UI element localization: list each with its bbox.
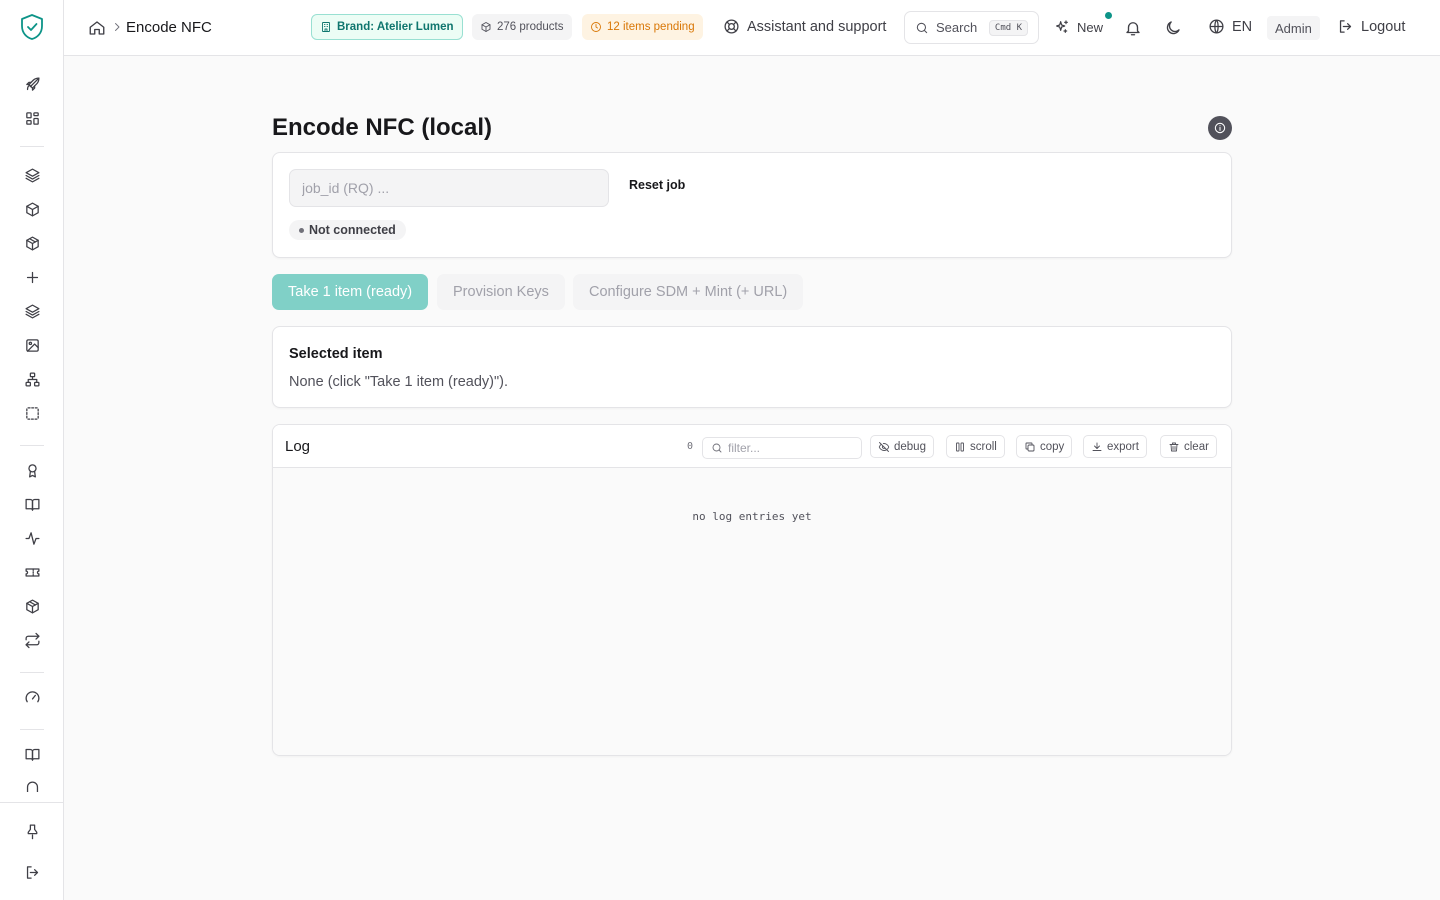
clock-icon [590, 21, 602, 33]
gauge-icon[interactable] [22, 687, 42, 707]
search-icon [711, 442, 723, 454]
selected-item-title: Selected item [289, 346, 383, 362]
reset-job-button[interactable]: Reset job [629, 178, 685, 192]
assistant-support-link[interactable]: Assistant and support [723, 18, 886, 35]
breadcrumb-current: Encode NFC [126, 19, 212, 36]
brand-chip-label: Brand: Atelier Lumen [337, 21, 454, 33]
selected-item-card: Selected item None (click "Take 1 item (… [272, 326, 1232, 408]
page-title: Encode NFC (local) [272, 114, 493, 141]
provision-keys-button[interactable]: Provision Keys [437, 274, 565, 310]
sparkles-icon [1054, 19, 1070, 35]
sidebar-divider [20, 729, 44, 730]
image-icon[interactable] [22, 335, 42, 355]
copy-button[interactable]: copy [1016, 435, 1073, 458]
package-icon[interactable] [22, 596, 42, 616]
box-icon [480, 21, 492, 33]
sidebar [0, 0, 64, 900]
log-filter-input[interactable] [728, 441, 853, 455]
search-button[interactable]: Search Cmd K [904, 11, 1039, 44]
award-icon[interactable] [22, 460, 42, 480]
search-shortcut: Cmd K [988, 19, 1028, 36]
take-item-button[interactable]: Take 1 item (ready) [272, 274, 429, 310]
home-icon[interactable] [88, 19, 106, 37]
new-label: New [1077, 19, 1104, 35]
chevron-right-icon [111, 21, 123, 33]
connection-status-label: Not connected [309, 223, 396, 237]
building-icon [320, 21, 332, 33]
moon-icon[interactable] [1164, 19, 1182, 37]
log-header: Log 0 debug scroll copy export clear [273, 425, 1231, 468]
products-chip-label: 276 products [497, 21, 564, 33]
log-panel: Log 0 debug scroll copy export clear no … [272, 424, 1232, 756]
logout-button[interactable]: Logout [1337, 18, 1405, 35]
plus-icon[interactable] [22, 267, 42, 287]
log-filter[interactable] [702, 437, 862, 459]
export-button[interactable]: export [1083, 435, 1147, 458]
language-selector[interactable]: EN [1208, 18, 1252, 35]
new-indicator-dot [1105, 12, 1112, 19]
copy-icon [1024, 441, 1036, 453]
sitemap-icon[interactable] [22, 369, 42, 389]
export-label: export [1107, 440, 1139, 453]
rocket-icon[interactable] [22, 74, 42, 94]
logout-icon [1337, 18, 1354, 35]
sidebar-divider [20, 146, 44, 147]
info-icon[interactable] [1208, 116, 1232, 140]
new-button[interactable]: New [1054, 19, 1103, 35]
search-icon [915, 21, 929, 35]
dashed-square-icon[interactable] [22, 403, 42, 423]
brand-chip[interactable]: Brand: Atelier Lumen [311, 14, 463, 40]
scroll-toggle-button[interactable]: scroll [946, 435, 1005, 458]
layers-icon[interactable] [22, 301, 42, 321]
log-title: Log [285, 438, 311, 455]
log-body[interactable]: no log entries yet [273, 468, 1231, 755]
ticket-icon[interactable] [22, 562, 42, 582]
logout-icon[interactable] [22, 862, 42, 882]
activity-icon[interactable] [22, 528, 42, 548]
status-dot [299, 227, 304, 233]
globe-icon [1208, 18, 1225, 35]
repeat-icon[interactable] [22, 630, 42, 650]
package-icon[interactable] [22, 233, 42, 253]
top-header: Encode NFC Brand: Atelier Lumen 276 prod… [64, 0, 1440, 56]
layers-icon[interactable] [22, 165, 42, 185]
configure-sdm-mint-button[interactable]: Configure SDM + Mint (+ URL) [573, 274, 804, 310]
products-chip[interactable]: 276 products [472, 14, 572, 40]
bell-icon[interactable] [1124, 19, 1142, 37]
selected-item-value: None (click "Take 1 item (ready)"). [289, 374, 508, 390]
debug-toggle-button[interactable]: debug [870, 435, 934, 458]
debug-label: debug [894, 440, 926, 453]
sidebar-divider [20, 445, 44, 446]
job-id-input[interactable] [289, 169, 609, 207]
copy-label: copy [1040, 440, 1065, 453]
connection-status-badge: Not connected [289, 220, 406, 240]
clear-label: clear [1184, 440, 1209, 453]
assistant-support-label: Assistant and support [747, 18, 887, 35]
download-icon [1091, 441, 1103, 453]
book-icon[interactable] [22, 744, 42, 764]
clear-button[interactable]: clear [1160, 435, 1217, 458]
box-icon[interactable] [22, 199, 42, 219]
search-label: Search [936, 20, 978, 35]
job-card: Reset job Not connected [272, 152, 1232, 258]
eye-off-icon [878, 441, 890, 453]
log-empty-message: no log entries yet [692, 510, 812, 523]
pending-chip-label: 12 items pending [607, 21, 695, 33]
dashboard-icon[interactable] [22, 108, 42, 128]
sidebar-bottom-divider [0, 802, 64, 803]
logout-label: Logout [1361, 18, 1406, 35]
log-count: 0 [687, 441, 694, 452]
pin-icon[interactable] [22, 821, 42, 841]
book-icon[interactable] [22, 494, 42, 514]
pending-chip[interactable]: 12 items pending [582, 14, 703, 40]
sidebar-divider [20, 672, 44, 673]
role-badge: Admin [1267, 16, 1320, 40]
lifebuoy-icon [723, 18, 740, 35]
trash-icon [1168, 441, 1180, 453]
scroll-label: scroll [970, 440, 997, 453]
shield-logo-icon[interactable] [19, 13, 45, 41]
language-label: EN [1232, 18, 1253, 35]
arch-icon[interactable] [22, 778, 42, 792]
columns-icon [954, 441, 966, 453]
